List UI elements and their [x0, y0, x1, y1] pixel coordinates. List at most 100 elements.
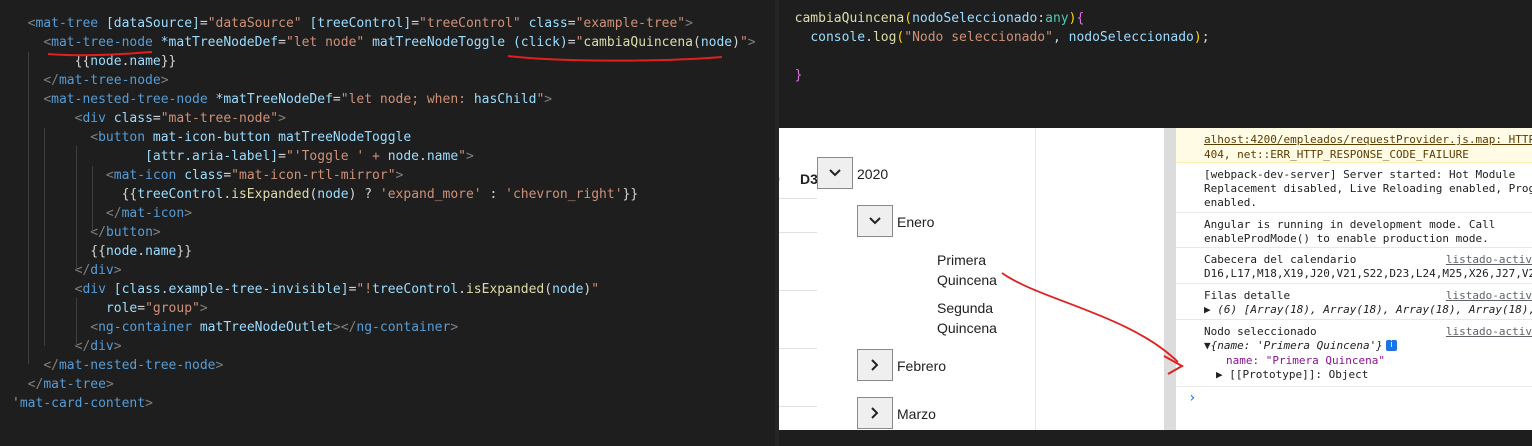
code-line[interactable]: </mat-tree-node>: [12, 71, 169, 90]
code-token: "let node; when:: [340, 92, 474, 107]
panel-divider: [1035, 128, 1036, 430]
grid-row-line: [779, 290, 817, 291]
code-token: [attr.aria-label]: [145, 149, 279, 164]
code-line[interactable]: <button mat-icon-button matTreeNodeToggl…: [12, 128, 411, 147]
code-token: ': [12, 396, 20, 411]
indent-guide: [44, 128, 45, 346]
grid-row-line: [779, 406, 817, 407]
console-link[interactable]: alhost:4200/empleados/requestProvider.js…: [1204, 133, 1532, 147]
console-text: [webpack-dev-server] Server started: Hot…: [1204, 168, 1516, 181]
code-token: {{: [121, 187, 138, 202]
toggle-2020-button[interactable]: [817, 157, 853, 189]
code-line[interactable]: {{treeControl.isExpanded(node) ? 'expand…: [12, 185, 639, 204]
editor-typescript[interactable]: cambiaQuincena(nodoSeleccionado:any){ co…: [779, 0, 1532, 128]
code-token: role: [105, 301, 138, 316]
code-token: </: [105, 206, 122, 221]
tree-node-marzo: Marzo: [897, 406, 936, 422]
console-message-filas: Filas detalle listado-activ ▶ (6) [Array…: [1176, 284, 1532, 320]
code-token: (: [692, 35, 701, 50]
code-token: any: [1045, 11, 1069, 26]
code-token: >: [113, 339, 122, 354]
console-source-link[interactable]: listado-activ: [1446, 325, 1532, 339]
code-line[interactable]: }: [779, 66, 803, 85]
code-line[interactable]: <mat-tree-node *matTreeNodeDef="let node…: [12, 33, 755, 52]
code-token: </: [27, 377, 44, 392]
toggle-enero-button[interactable]: [857, 205, 893, 237]
code-line[interactable]: <mat-nested-tree-node *matTreeNodeDef="l…: [12, 90, 552, 109]
info-icon[interactable]: i: [1386, 340, 1397, 351]
code-token: =: [411, 16, 420, 31]
code-token: mat-tree: [35, 16, 106, 31]
code-token: >: [160, 73, 169, 88]
code-line[interactable]: {{node.name}}: [12, 52, 177, 71]
console-source-link[interactable]: listado-activ: [1446, 289, 1532, 303]
console-text: enabled.: [1204, 196, 1257, 209]
grid-row-line: [779, 198, 817, 199]
console-array-preview[interactable]: ▶ (6) [Array(18), Array(18), Array(18), …: [1204, 303, 1532, 317]
code-token: button: [98, 130, 153, 145]
code-line[interactable]: role="group">: [12, 299, 208, 318]
code-token: >: [544, 92, 553, 107]
console-source-link[interactable]: listado-activ: [1446, 253, 1532, 267]
console-text: Nodo seleccionado: [1204, 325, 1317, 338]
code-line[interactable]: <div class="mat-tree-node">: [12, 109, 286, 128]
code-token: (: [904, 11, 913, 26]
console-message-angular: Angular is running in development mode. …: [1176, 213, 1532, 248]
code-token: node: [105, 244, 138, 259]
devtools-console: alhost:4200/empleados/requestProvider.js…: [1176, 128, 1532, 430]
tree-leaf-segunda-line2[interactable]: Quincena: [937, 318, 997, 338]
code-token: *matTreeNodeDef: [215, 92, 333, 107]
code-token: mat-icon: [113, 168, 185, 183]
console-object-property: name: "Primera Quincena": [1226, 354, 1385, 367]
code-line[interactable]: cambiaQuincena(nodoSeleccionado:any){: [779, 9, 1085, 28]
code-line[interactable]: </mat-nested-tree-node>: [12, 356, 223, 375]
tree-leaf-segunda-line1[interactable]: Segunda: [937, 298, 993, 318]
code-line[interactable]: console.log("Nodo seleccionado", nodoSel…: [779, 28, 1209, 47]
console-prototype[interactable]: ▶ [[Prototype]]: Object: [1216, 368, 1368, 382]
code-token: ): [732, 35, 740, 50]
code-token: <: [90, 320, 99, 335]
tree-leaf-primera-line1[interactable]: Primera: [937, 250, 986, 270]
tree-leaf-primera-line2[interactable]: Quincena: [937, 270, 997, 290]
header-cell-d3: D3: [800, 171, 818, 187]
code-token: "group": [145, 301, 200, 316]
code-line[interactable]: </mat-tree>: [12, 375, 114, 394]
code-token: node: [387, 149, 420, 164]
console-object-preview[interactable]: ▼{name: 'Primera Quincena'}: [1204, 339, 1383, 353]
code-token: isExpanded: [465, 282, 545, 297]
console-text: 404, net::ERR_HTTP_RESPONSE_CODE_FAILURE: [1204, 148, 1469, 161]
toggle-febrero-button[interactable]: [857, 349, 893, 381]
code-token: ,: [1052, 30, 1069, 45]
code-token: mat-tree-node: [51, 35, 161, 50]
editor-html-template[interactable]: <mat-tree [dataSource]="dataSource" [tre…: [0, 0, 775, 446]
code-token: >: [450, 320, 459, 335]
code-line[interactable]: [attr.aria-label]="'Toggle ' + node.name…: [12, 147, 474, 166]
code-token: mat-icon: [121, 206, 185, 221]
code-line[interactable]: <mat-tree [dataSource]="dataSource" [tre…: [12, 14, 693, 33]
code-line[interactable]: {{node.name}}: [12, 242, 192, 261]
console-message-cabecera: Cabecera del calendario listado-activ D1…: [1176, 248, 1532, 284]
code-line[interactable]: </mat-icon>: [12, 204, 192, 223]
code-line[interactable]: </button>: [12, 223, 160, 242]
code-line[interactable]: <mat-icon class="mat-icon-rtl-mirror">: [12, 166, 403, 185]
code-token: mat-nested-tree-node: [58, 358, 216, 373]
code-line[interactable]: <div [class.example-tree-invisible]="!tr…: [12, 280, 599, 299]
code-line[interactable]: <ng-container matTreeNodeOutlet></ng-con…: [12, 318, 458, 337]
code-token: *matTreeNodeDef: [160, 35, 279, 50]
chevron-right-icon: [871, 359, 879, 371]
toggle-marzo-button[interactable]: [857, 397, 893, 429]
code-token: [class.example-tree-invisible]: [113, 282, 349, 297]
code-token: <: [43, 92, 52, 107]
code-token: =: [223, 168, 232, 183]
header-cell-9: 9: [779, 169, 780, 189]
console-prompt-icon[interactable]: ›: [1188, 390, 1196, 406]
devtools-scrollbar[interactable]: [1164, 128, 1176, 430]
code-line[interactable]: 'mat-card-content>: [12, 394, 153, 413]
code-token: div: [90, 339, 114, 354]
